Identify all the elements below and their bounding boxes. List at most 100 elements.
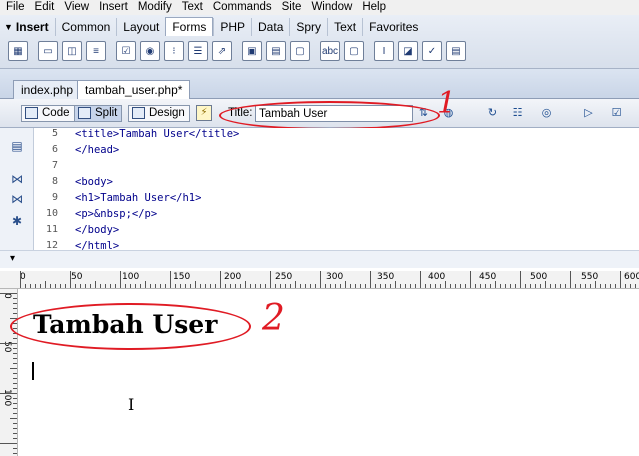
hidden-field-icon[interactable]: ◫ [62, 41, 82, 61]
coding-toolbar: ▤ ⋈ ⋈ ✱ [0, 128, 34, 268]
check-browser-icon[interactable]: ☑ [608, 105, 625, 122]
ruler-tick [13, 358, 17, 359]
ruler-tick [245, 281, 246, 288]
ruler-tick [305, 284, 306, 288]
view-options-icon[interactable]: ☷ [509, 105, 526, 122]
ruler-tick [295, 281, 296, 288]
ruler-tick [70, 271, 71, 288]
ruler-tick [450, 284, 451, 288]
menu-insert[interactable]: Insert [94, 0, 133, 15]
ruler-tick [13, 378, 17, 379]
spry-textfield-icon[interactable]: I [374, 41, 394, 61]
spry-checkbox-icon[interactable]: ✓ [422, 41, 442, 61]
ruler-tick [65, 284, 66, 288]
ruler-tick [100, 284, 101, 288]
tab-favorites[interactable]: Favorites [362, 18, 424, 36]
tab-data[interactable]: Data [251, 18, 289, 36]
menu-window[interactable]: Window [306, 0, 357, 15]
form-icon[interactable]: ▦ [8, 41, 28, 61]
menu-edit[interactable]: Edit [30, 0, 60, 15]
split-view-label: Split [95, 107, 118, 119]
radio-group-icon[interactable]: ⁝ [164, 41, 184, 61]
tab-layout[interactable]: Layout [116, 18, 165, 36]
ruler-tick [13, 373, 17, 374]
ruler-tick [390, 284, 391, 288]
tab-php[interactable]: PHP [213, 18, 251, 36]
ruler-tick [605, 284, 606, 288]
ruler-tick [13, 403, 17, 404]
radio-button-icon[interactable]: ◉ [140, 41, 160, 61]
design-view-button[interactable]: Design [128, 105, 190, 122]
doc-tab-tambah-user[interactable]: tambah_user.php* [77, 80, 191, 100]
visual-aids-icon[interactable]: ◎ [538, 105, 555, 122]
menu-commands[interactable]: Commands [208, 0, 277, 15]
live-view-icon[interactable]: ⚡ [196, 105, 212, 121]
ruler-tick [115, 284, 116, 288]
tab-common[interactable]: Common [54, 18, 117, 36]
button-icon[interactable]: ▢ [290, 41, 310, 61]
validate-markup-icon[interactable]: ▷ [580, 105, 597, 122]
ruler-label: 50 [71, 272, 83, 282]
jump-menu-icon[interactable]: ⇗ [212, 41, 232, 61]
ruler-tick [50, 284, 51, 288]
ruler-tick [510, 284, 511, 288]
open-documents-icon[interactable]: ▤ [9, 138, 25, 154]
refresh-icon[interactable]: ↻ [484, 105, 501, 122]
ruler-tick [20, 271, 21, 288]
split-view-button[interactable]: Split [74, 105, 123, 122]
menu-text[interactable]: Text [177, 0, 208, 15]
ruler-tick [165, 284, 166, 288]
ruler-tick [35, 284, 36, 288]
ibeam-cursor-icon: I [128, 395, 135, 414]
textarea-icon[interactable]: ≡ [86, 41, 106, 61]
image-field-icon[interactable]: ▣ [242, 41, 262, 61]
tab-spry[interactable]: Spry [289, 18, 327, 36]
ruler-tick [75, 284, 76, 288]
ruler-tick [195, 281, 196, 288]
ruler-tick [395, 281, 396, 288]
ruler-tick [30, 284, 31, 288]
ruler-tick [610, 284, 611, 288]
spry-select-icon[interactable]: ◪ [398, 41, 418, 61]
spry-textarea-icon[interactable]: ▤ [446, 41, 466, 61]
collapse-down-icon[interactable]: ▾ [10, 253, 15, 264]
ruler-tick [90, 284, 91, 288]
collapse-tag-icon[interactable]: ⋈ [9, 171, 25, 187]
menu-site[interactable]: Site [277, 0, 307, 15]
ruler-label: 600 [624, 272, 639, 282]
ruler-tick [280, 284, 281, 288]
tab-text[interactable]: Text [327, 18, 362, 36]
ruler-label: 450 [479, 272, 497, 282]
code-line: <body> [75, 176, 113, 188]
collapse-selection-icon[interactable]: ⋈ [9, 191, 25, 207]
doc-tab-index[interactable]: index.php [13, 80, 82, 99]
checkbox-icon[interactable]: ☑ [116, 41, 136, 61]
menu-view[interactable]: View [59, 0, 94, 15]
file-field-icon[interactable]: ▤ [266, 41, 286, 61]
expand-all-icon[interactable]: ✱ [9, 213, 25, 229]
ruler-tick [13, 308, 17, 309]
ruler-tick [360, 284, 361, 288]
ruler-tick [340, 284, 341, 288]
ruler-tick [0, 443, 17, 444]
ruler-tick [400, 284, 401, 288]
code-line: <title>Tambah User</title> [75, 128, 240, 140]
fieldset-icon[interactable]: ▢ [344, 41, 364, 61]
list-menu-icon[interactable]: ☰ [188, 41, 208, 61]
menu-modify[interactable]: Modify [133, 0, 177, 15]
code-view-button[interactable]: Code [21, 105, 75, 122]
label-icon[interactable]: abc [320, 41, 340, 61]
ruler-tick [13, 433, 17, 434]
ruler-tick [230, 284, 231, 288]
ruler-label: 300 [326, 272, 344, 282]
insert-bar-toggle[interactable]: ▼ Insert [0, 17, 55, 36]
text-field-icon[interactable]: ▭ [38, 41, 58, 61]
tab-forms[interactable]: Forms [165, 17, 214, 36]
ruler-vertical: 0 50 100 [0, 289, 18, 456]
text-caret [32, 362, 34, 380]
ruler-tick [255, 284, 256, 288]
menu-help[interactable]: Help [357, 0, 391, 15]
ruler-tick [85, 284, 86, 288]
ruler-tick [385, 284, 386, 288]
menu-file[interactable]: File [0, 0, 30, 15]
